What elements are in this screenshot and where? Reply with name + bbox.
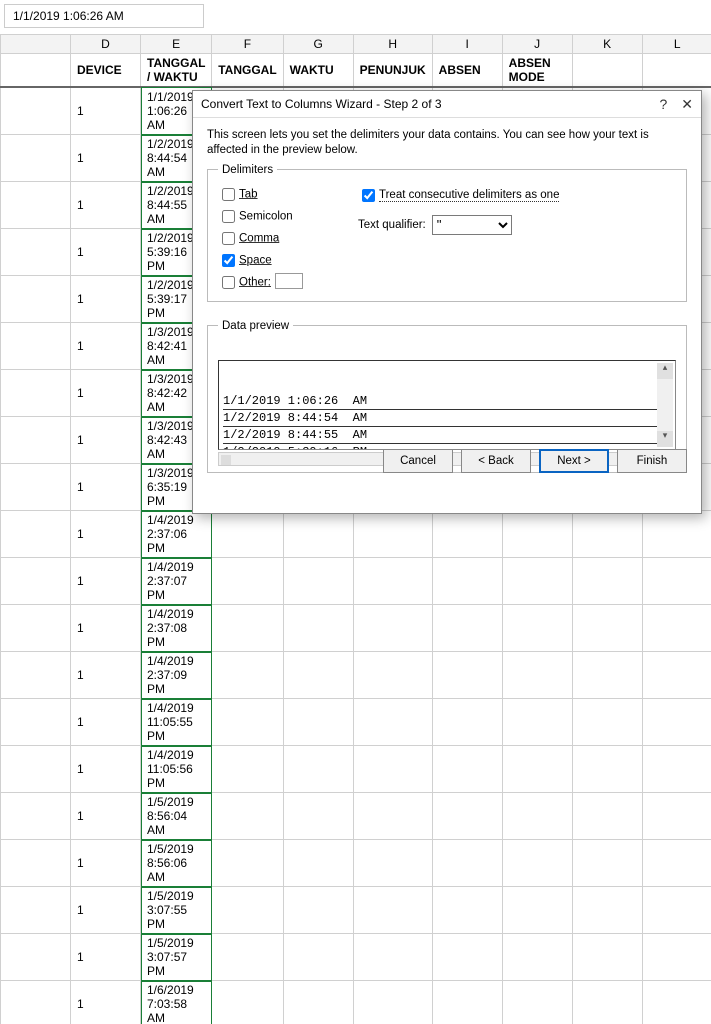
preview-box[interactable]: 1/1/2019 1:06:26 AM 1/2/2019 8:44:54 AM … xyxy=(218,360,676,450)
close-icon[interactable]: ✕ xyxy=(681,97,693,111)
delim-other[interactable]: Other: xyxy=(218,273,338,292)
text-qualifier-label: Text qualifier: xyxy=(358,219,426,231)
header-tanggal-waktu[interactable]: TANGGAL / WAKTU xyxy=(141,54,212,88)
delim-semicolon[interactable]: Semicolon xyxy=(218,207,338,226)
scroll-down-icon[interactable]: ▾ xyxy=(657,431,673,447)
table-row[interactable]: 11/4/2019 2:37:06 PM xyxy=(1,511,711,558)
delim-other-input[interactable] xyxy=(275,273,303,289)
preview-line: 1/2/2019 8:44:55 AM xyxy=(223,427,671,444)
preview-line: 1/2/2019 8:44:54 AM xyxy=(223,410,671,427)
delim-comma[interactable]: Comma xyxy=(218,229,338,248)
delim-other-checkbox[interactable] xyxy=(222,276,235,289)
table-row[interactable]: 11/5/2019 3:07:57 PM xyxy=(1,934,711,981)
treat-consecutive-checkbox[interactable] xyxy=(362,189,375,202)
scroll-up-icon[interactable]: ▴ xyxy=(657,363,673,379)
delim-tab[interactable]: Tab xyxy=(218,185,338,204)
formula-bar[interactable]: 1/1/2019 1:06:26 AM xyxy=(4,4,204,28)
col-header-F[interactable]: F xyxy=(212,35,283,54)
text-to-columns-dialog: Convert Text to Columns Wizard - Step 2 … xyxy=(192,90,702,514)
preview-line: 1/1/2019 1:06:26 AM xyxy=(223,393,671,410)
table-row[interactable]: 11/5/2019 8:56:04 AM xyxy=(1,793,711,840)
header-row: DEVICE TANGGAL / WAKTU TANGGAL WAKTU PEN… xyxy=(1,54,711,88)
treat-consecutive[interactable]: Treat consecutive delimiters as one xyxy=(358,186,676,205)
col-header-E[interactable]: E xyxy=(141,35,212,54)
table-row[interactable]: 11/4/2019 11:05:56 PM xyxy=(1,746,711,793)
table-row[interactable]: 11/5/2019 8:56:06 AM xyxy=(1,840,711,887)
table-row[interactable]: 11/6/2019 7:03:58 AM xyxy=(1,981,711,1024)
col-header-I[interactable]: I xyxy=(432,35,502,54)
table-row[interactable]: 11/4/2019 11:05:55 PM xyxy=(1,699,711,746)
next-button[interactable]: Next > xyxy=(539,449,609,473)
column-headers: D E F G H I J K L xyxy=(1,35,711,54)
header-absen[interactable]: ABSEN xyxy=(432,54,502,88)
table-row[interactable]: 11/4/2019 2:37:07 PM xyxy=(1,558,711,605)
table-row[interactable]: 11/5/2019 3:07:55 PM xyxy=(1,887,711,934)
col-header-J[interactable]: J xyxy=(502,35,572,54)
delim-space-checkbox[interactable] xyxy=(222,254,235,267)
delim-tab-checkbox[interactable] xyxy=(222,188,235,201)
delimiters-legend: Delimiters xyxy=(218,164,277,176)
back-button[interactable]: < Back xyxy=(461,449,531,473)
header-waktu[interactable]: WAKTU xyxy=(283,54,353,88)
col-header-H[interactable]: H xyxy=(353,35,432,54)
text-qualifier-select[interactable]: " xyxy=(432,215,512,235)
header-penunjuk[interactable]: PENUNJUK xyxy=(353,54,432,88)
preview-legend: Data preview xyxy=(218,320,293,332)
help-icon[interactable]: ? xyxy=(659,97,667,111)
delim-comma-checkbox[interactable] xyxy=(222,232,235,245)
dialog-title: Convert Text to Columns Wizard - Step 2 … xyxy=(201,97,442,111)
delim-space[interactable]: Space xyxy=(218,251,338,270)
col-header-L[interactable]: L xyxy=(642,35,711,54)
table-row[interactable]: 11/4/2019 2:37:09 PM xyxy=(1,652,711,699)
dialog-description: This screen lets you set the delimiters … xyxy=(207,128,687,158)
col-header-G[interactable]: G xyxy=(283,35,353,54)
col-header-D[interactable]: D xyxy=(71,35,141,54)
header-tanggal[interactable]: TANGGAL xyxy=(212,54,283,88)
delimiters-group: Delimiters Tab Semicolon Comma Space Oth… xyxy=(207,164,687,302)
preview-scrollbar[interactable]: ▴ ▾ xyxy=(657,363,673,447)
col-header-K[interactable]: K xyxy=(572,35,642,54)
delim-semicolon-checkbox[interactable] xyxy=(222,210,235,223)
table-row[interactable]: 11/4/2019 2:37:08 PM xyxy=(1,605,711,652)
header-absen-mode[interactable]: ABSEN MODE xyxy=(502,54,572,88)
cancel-button[interactable]: Cancel xyxy=(383,449,453,473)
finish-button[interactable]: Finish xyxy=(617,449,687,473)
header-device[interactable]: DEVICE xyxy=(71,54,141,88)
